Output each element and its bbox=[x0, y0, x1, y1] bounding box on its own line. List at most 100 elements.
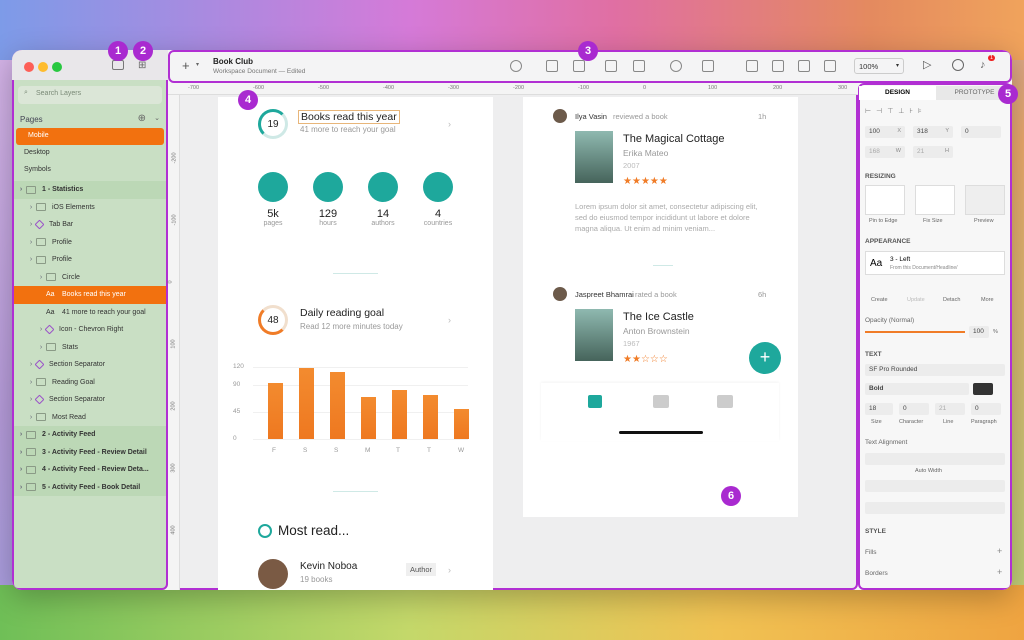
close-button[interactable] bbox=[24, 62, 34, 72]
vertical-alignment-segmented[interactable] bbox=[865, 502, 1005, 514]
layer-row[interactable]: › 4 - Activity Feed - Review Deta... bbox=[12, 461, 168, 479]
text-color-swatch[interactable] bbox=[973, 383, 993, 395]
pin-to-edge-control[interactable] bbox=[865, 185, 905, 215]
opacity-slider[interactable] bbox=[865, 331, 965, 333]
layer-row[interactable]: › Profile bbox=[12, 251, 168, 269]
layer-label: Icon - Chevron Right bbox=[59, 326, 124, 334]
chevron-right-icon[interactable]: › bbox=[448, 119, 451, 129]
add-page-icon[interactable]: ⊕ bbox=[138, 113, 146, 124]
layer-row[interactable]: › Most Read bbox=[12, 409, 168, 427]
page-item[interactable]: Symbols bbox=[12, 162, 168, 179]
chevron-right-icon[interactable]: › bbox=[16, 186, 26, 193]
group-icon[interactable] bbox=[633, 60, 645, 72]
search-input[interactable]: ⌕ Search Layers bbox=[18, 86, 162, 104]
chevron-right-icon[interactable]: › bbox=[16, 431, 26, 438]
paragraph-spacing-field[interactable]: 0 bbox=[971, 403, 1001, 415]
chevron-right-icon[interactable]: › bbox=[16, 449, 26, 456]
font-size-field[interactable]: 18 bbox=[865, 403, 893, 415]
layer-row[interactable]: Aa Books read this year bbox=[12, 286, 168, 304]
height-field[interactable]: 21 bbox=[917, 148, 924, 155]
layer-row[interactable]: › 2 - Activity Feed bbox=[12, 426, 168, 444]
line-height-field[interactable]: 21 bbox=[935, 403, 965, 415]
chevron-right-icon[interactable]: › bbox=[16, 466, 26, 473]
layer-row[interactable]: › Reading Goal bbox=[12, 374, 168, 392]
layer-row[interactable]: › iOS Elements bbox=[12, 199, 168, 217]
union-icon[interactable] bbox=[746, 60, 758, 72]
chevron-down-icon[interactable]: ▾ bbox=[196, 61, 199, 68]
play-icon[interactable]: ▷ bbox=[923, 58, 931, 71]
artboard-activity-feed[interactable]: Ilya Vasin reviewed a book 1h The Magical C… bbox=[523, 97, 798, 517]
rotation-field[interactable]: 0 bbox=[961, 126, 1001, 138]
fix-size-control[interactable] bbox=[915, 185, 955, 215]
insert-plus-icon[interactable]: + bbox=[182, 58, 190, 73]
create-button[interactable]: Create bbox=[871, 297, 888, 303]
chevron-right-icon[interactable]: › bbox=[26, 256, 36, 263]
layer-row[interactable]: Aa 41 more to reach your goal bbox=[12, 304, 168, 322]
scale-icon[interactable] bbox=[702, 60, 714, 72]
intersect-icon[interactable] bbox=[798, 60, 810, 72]
x-field[interactable]: 100 bbox=[869, 128, 880, 135]
books-tab-icon[interactable] bbox=[588, 395, 602, 408]
minimize-button[interactable] bbox=[38, 62, 48, 72]
bell-icon[interactable]: ♪ bbox=[980, 59, 986, 71]
symbol-icon[interactable] bbox=[510, 60, 522, 72]
layer-row[interactable]: › Circle bbox=[12, 269, 168, 287]
mask-icon[interactable] bbox=[605, 60, 617, 72]
character-spacing-field[interactable]: 0 bbox=[899, 403, 929, 415]
stats-tab-icon[interactable] bbox=[717, 395, 733, 408]
books-read-title[interactable]: Books read this year bbox=[298, 110, 400, 124]
add-fab-button[interactable]: + bbox=[749, 342, 781, 374]
edit-icon[interactable] bbox=[670, 60, 682, 72]
chevron-right-icon[interactable]: › bbox=[36, 274, 46, 281]
add-border-icon[interactable]: + bbox=[997, 567, 1002, 577]
artboard-statistics[interactable]: 19 Books read this year 41 more to reach… bbox=[218, 97, 493, 590]
layer-row[interactable]: › 1 - Statistics bbox=[12, 181, 168, 199]
width-field[interactable]: 168 bbox=[869, 148, 880, 155]
chevron-right-icon[interactable]: › bbox=[16, 484, 26, 491]
canvas[interactable]: -700 -600 -500 -400 -300 -200 -100 0 100 200 300 -… bbox=[168, 83, 1002, 590]
layer-row[interactable]: › Section Separator bbox=[12, 356, 168, 374]
font-weight-select[interactable]: Bold bbox=[865, 383, 969, 395]
chevron-right-icon[interactable]: › bbox=[26, 239, 36, 246]
add-fill-icon[interactable]: + bbox=[997, 546, 1002, 556]
detach-button[interactable]: Detach bbox=[943, 297, 960, 303]
alignment-icons[interactable]: ⊢⊣⊤⊥⊦⊧ bbox=[865, 107, 1005, 117]
chevron-right-icon[interactable]: › bbox=[36, 344, 46, 351]
chevron-down-icon[interactable]: ⌄ bbox=[154, 114, 160, 122]
update-button[interactable]: Update bbox=[907, 297, 925, 303]
distribute-icon[interactable] bbox=[573, 60, 585, 72]
alignment-segmented[interactable] bbox=[865, 480, 1005, 492]
text-behavior-control[interactable] bbox=[865, 453, 1005, 465]
folder-icon bbox=[46, 343, 56, 352]
layer-row[interactable]: › Stats bbox=[12, 339, 168, 357]
difference-icon[interactable] bbox=[824, 60, 836, 72]
y-field[interactable]: 318 bbox=[917, 128, 928, 135]
more-button[interactable]: More bbox=[981, 297, 994, 303]
opacity-field[interactable]: 100 bbox=[969, 326, 989, 338]
subtract-icon[interactable] bbox=[772, 60, 784, 72]
chevron-right-icon[interactable]: › bbox=[26, 414, 36, 421]
share-user-icon[interactable] bbox=[952, 59, 964, 71]
chevron-right-icon[interactable]: › bbox=[26, 204, 36, 211]
layer-row[interactable]: › Profile bbox=[12, 234, 168, 252]
layer-row[interactable]: › 3 - Activity Feed - Review Detail bbox=[12, 443, 168, 461]
layer-row[interactable]: › Icon - Chevron Right bbox=[12, 321, 168, 339]
chevron-right-icon[interactable]: › bbox=[26, 379, 36, 386]
layer-row[interactable]: › 5 - Activity Feed - Book Detail bbox=[12, 478, 168, 496]
components-grid-icon[interactable]: ⊞ bbox=[138, 60, 146, 71]
chevron-right-icon[interactable]: › bbox=[448, 565, 451, 575]
zoom-button[interactable] bbox=[52, 62, 62, 72]
layer-label: Profile bbox=[52, 238, 72, 246]
library-tab-icon[interactable] bbox=[653, 395, 669, 408]
page-item[interactable]: Desktop bbox=[12, 145, 168, 162]
chevron-right-icon[interactable]: › bbox=[448, 315, 451, 325]
zoom-select[interactable]: 100% ▾ bbox=[854, 58, 904, 74]
sidebar-toggle-icon[interactable] bbox=[112, 60, 124, 70]
align-bottom-icon[interactable] bbox=[546, 60, 558, 72]
layer-row[interactable]: › Tab Bar bbox=[12, 216, 168, 234]
page-item[interactable]: Mobile bbox=[16, 128, 164, 145]
font-family-select[interactable]: SF Pro Rounded bbox=[865, 364, 1005, 376]
text-style-select[interactable]: Aa 3 - Left From this Document/Headline/ bbox=[865, 251, 1005, 275]
layer-row[interactable]: › Section Separator bbox=[12, 391, 168, 409]
tab-design[interactable]: DESIGN bbox=[859, 86, 936, 100]
